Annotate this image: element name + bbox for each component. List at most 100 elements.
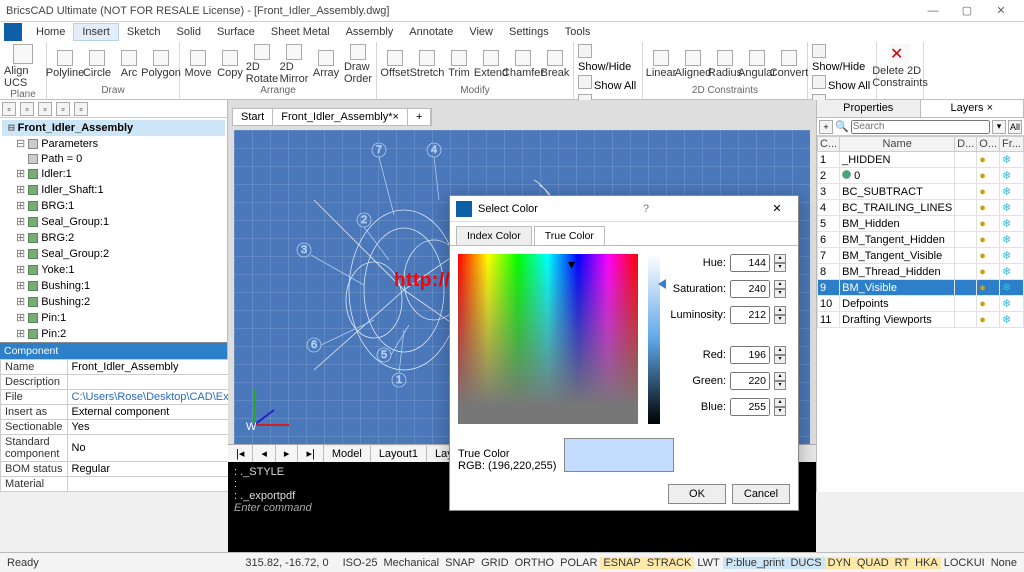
panel-tab-layers[interactable]: Layers × bbox=[921, 100, 1024, 117]
ribbon-item[interactable]: Aligned bbox=[679, 50, 707, 79]
layer-row[interactable]: 2 0●❄🔓 RGB:196 bbox=[818, 168, 1024, 184]
layout-nav-button[interactable]: ▸| bbox=[298, 445, 323, 462]
ribbon-item[interactable]: Polyline bbox=[51, 50, 79, 79]
toolbar-btn[interactable]: ▫ bbox=[20, 102, 34, 116]
menu-tab-home[interactable]: Home bbox=[28, 24, 73, 40]
layer-search-input[interactable] bbox=[851, 120, 990, 134]
status-chip[interactable]: DYN bbox=[825, 557, 854, 569]
red-input[interactable] bbox=[730, 346, 770, 364]
ribbon-item[interactable]: Move bbox=[184, 50, 212, 79]
layer-row[interactable]: 1_HIDDEN●❄🔓 White bbox=[818, 152, 1024, 168]
menu-tab-view[interactable]: View bbox=[461, 24, 501, 40]
panel-tab-properties[interactable]: Properties bbox=[817, 100, 921, 117]
status-chip[interactable]: Mechanical bbox=[380, 557, 442, 569]
layer-row[interactable]: 10Defpoints●❄🔓 White bbox=[818, 296, 1024, 312]
status-chip[interactable]: RT bbox=[892, 557, 912, 569]
menu-tab-sheet-metal[interactable]: Sheet Metal bbox=[263, 24, 338, 40]
status-chip[interactable]: P:blue_print bbox=[723, 557, 788, 569]
menu-tab-assembly[interactable]: Assembly bbox=[338, 24, 402, 40]
tree-node[interactable]: ⊞ Idler_Shaft:1 bbox=[2, 182, 225, 198]
toolbar-btn[interactable]: ▫ bbox=[74, 102, 88, 116]
hue-input[interactable] bbox=[730, 254, 770, 272]
ribbon-item[interactable]: Trim bbox=[445, 50, 473, 79]
toolbar-btn[interactable]: ▫ bbox=[2, 102, 16, 116]
ribbon-item[interactable]: Draw Order bbox=[344, 44, 372, 85]
tree-node[interactable]: ⊞ BRG:2 bbox=[2, 230, 225, 246]
layout-nav-button[interactable]: ◂ bbox=[253, 445, 276, 462]
saturation-input[interactable] bbox=[730, 280, 770, 298]
luminosity-input[interactable] bbox=[730, 306, 770, 324]
menu-tab-solid[interactable]: Solid bbox=[169, 24, 209, 40]
tree-node[interactable]: ⊞ Idler:1 bbox=[2, 166, 225, 182]
help-icon[interactable]: ? bbox=[643, 203, 649, 215]
ribbon-item[interactable]: Extend bbox=[477, 50, 505, 79]
spin-down-icon[interactable]: ▾ bbox=[774, 355, 786, 364]
spin-up-icon[interactable]: ▴ bbox=[774, 398, 786, 407]
spin-down-icon[interactable]: ▾ bbox=[774, 289, 786, 298]
menu-tab-insert[interactable]: Insert bbox=[73, 23, 119, 41]
layer-row[interactable]: 3BC_SUBTRACT●❄🔓 Red bbox=[818, 184, 1024, 200]
ribbon-side-item[interactable]: Show/Hide bbox=[812, 44, 872, 73]
menu-tab-settings[interactable]: Settings bbox=[501, 24, 557, 40]
ribbon-item[interactable]: Convert bbox=[775, 50, 803, 79]
delete-constraints-button[interactable]: ✕Delete 2D Constraints bbox=[881, 44, 919, 89]
ribbon-item[interactable]: Radius bbox=[711, 50, 739, 79]
layer-new-icon[interactable]: + bbox=[819, 120, 833, 134]
layer-row[interactable]: 7BM_Tangent_Visible●❄🔓 White bbox=[818, 248, 1024, 264]
ribbon-item[interactable]: Break bbox=[541, 50, 569, 79]
layer-filter-button[interactable]: ▾ bbox=[992, 120, 1006, 134]
maximize-icon[interactable]: ▢ bbox=[950, 1, 984, 21]
dialog-tab[interactable]: Index Color bbox=[456, 226, 532, 245]
ribbon-item[interactable]: Stretch bbox=[413, 50, 441, 79]
tree-node[interactable]: ⊞ Seal_Group:1 bbox=[2, 214, 225, 230]
toolbar-btn[interactable]: ▫ bbox=[56, 102, 70, 116]
ribbon-item[interactable]: Polygon bbox=[147, 50, 175, 79]
layout-nav-button[interactable]: ▸ bbox=[276, 445, 299, 462]
spin-up-icon[interactable]: ▴ bbox=[774, 372, 786, 381]
status-chip[interactable]: DUCS bbox=[787, 557, 824, 569]
file-tab[interactable]: Front_Idler_Assembly* × bbox=[273, 109, 408, 125]
ribbon-item[interactable]: Chamfer bbox=[509, 50, 537, 79]
app-logo-icon[interactable] bbox=[4, 23, 22, 41]
ribbon-item[interactable]: Linear bbox=[647, 50, 675, 79]
ribbon-item[interactable]: 2D Rotate bbox=[248, 44, 276, 85]
tree-node[interactable]: ⊟ Parameters bbox=[2, 136, 225, 152]
close-tab-icon[interactable]: × bbox=[393, 111, 399, 123]
ok-button[interactable]: OK bbox=[668, 484, 726, 504]
dialog-close-icon[interactable]: ✕ bbox=[762, 202, 792, 215]
layout-tab[interactable]: Layout1 bbox=[371, 446, 427, 462]
tree-node[interactable]: ⊞ Bushing:2 bbox=[2, 294, 225, 310]
layer-row[interactable]: 6BM_Tangent_Hidden●❄🔓 White bbox=[818, 232, 1024, 248]
tree-node[interactable]: ⊞ Yoke:1 bbox=[2, 262, 225, 278]
green-input[interactable] bbox=[730, 372, 770, 390]
tree-node[interactable]: ⊞ Pin:2 bbox=[2, 326, 225, 342]
layer-all-button[interactable]: All bbox=[1008, 120, 1022, 134]
status-chip[interactable]: LOCKUI bbox=[941, 557, 988, 569]
ribbon-item[interactable]: Angular bbox=[743, 50, 771, 79]
status-chip[interactable]: ORTHO bbox=[512, 557, 558, 569]
layout-tab[interactable]: Model bbox=[324, 446, 371, 462]
luminosity-slider[interactable] bbox=[648, 254, 660, 424]
layer-row[interactable]: 4BC_TRAILING_LINES●❄🔓 White bbox=[818, 200, 1024, 216]
menu-tab-surface[interactable]: Surface bbox=[209, 24, 263, 40]
dialog-tab[interactable]: True Color bbox=[534, 226, 605, 245]
menu-tab-annotate[interactable]: Annotate bbox=[401, 24, 461, 40]
menu-tab-sketch[interactable]: Sketch bbox=[119, 24, 169, 40]
minimize-icon[interactable]: — bbox=[916, 1, 950, 21]
status-chip[interactable]: HKA bbox=[912, 557, 941, 569]
spin-down-icon[interactable]: ▾ bbox=[774, 315, 786, 324]
tree-node[interactable]: ⊞ BRG:1 bbox=[2, 198, 225, 214]
file-tab[interactable]: Start bbox=[233, 109, 273, 125]
cancel-button[interactable]: Cancel bbox=[732, 484, 790, 504]
ribbon-item[interactable]: Arc bbox=[115, 50, 143, 79]
status-chip[interactable]: ISO-25 bbox=[340, 557, 381, 569]
color-spectrum[interactable]: ▾ bbox=[458, 254, 638, 424]
toolbar-btn[interactable]: ▫ bbox=[38, 102, 52, 116]
layout-nav-button[interactable]: |◂ bbox=[228, 445, 253, 462]
layers-table[interactable]: C...NameD...O...Fr...Lo...Color1_HIDDEN●… bbox=[817, 136, 1024, 328]
layer-row[interactable]: 5BM_Hidden●❄🔓 White bbox=[818, 216, 1024, 232]
new-tab-button[interactable]: + bbox=[408, 109, 431, 125]
ribbon-side-item[interactable]: Show/Hide bbox=[578, 44, 638, 73]
status-chip[interactable]: POLAR bbox=[557, 557, 600, 569]
ribbon-item[interactable]: Offset bbox=[381, 50, 409, 79]
